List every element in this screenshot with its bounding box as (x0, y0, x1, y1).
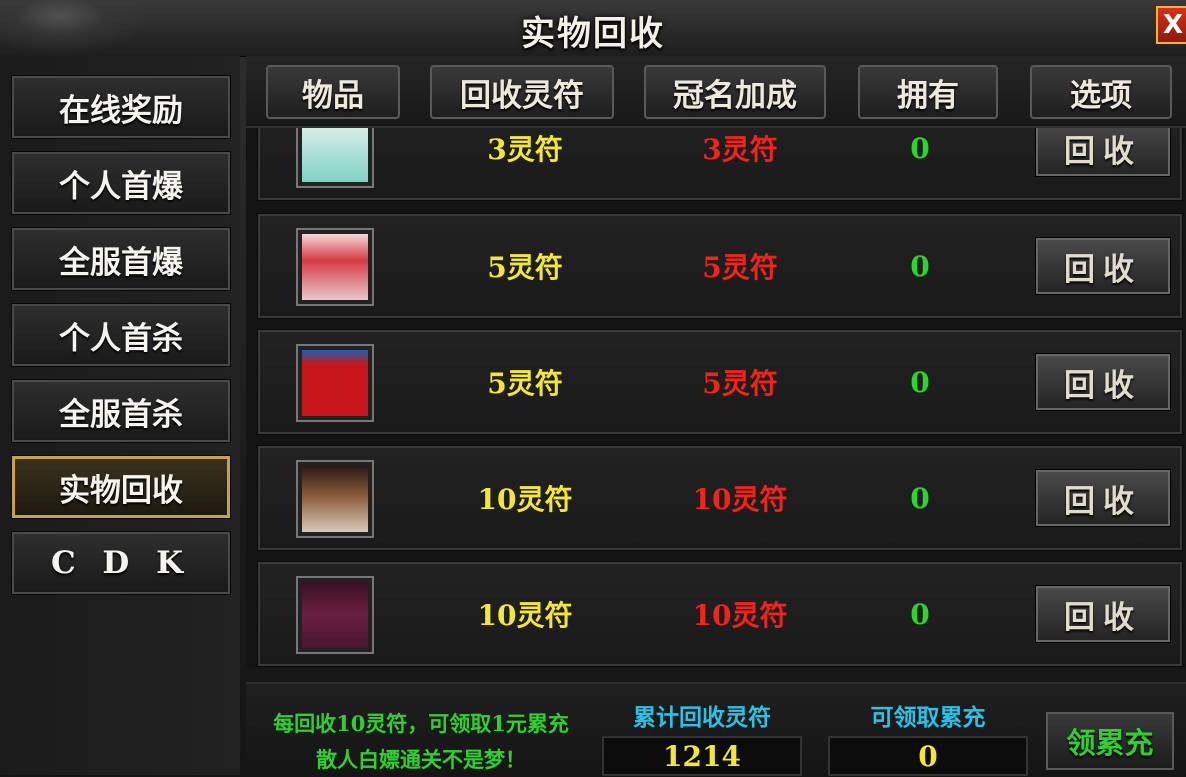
sidebar-item-personal-first-drop[interactable]: 个人首爆 (11, 151, 231, 215)
claimable-label: 可领取累充 (870, 704, 986, 731)
table-row: 3灵符 3灵符 0 回收 (257, 128, 1183, 201)
window-title: 实物回收 (521, 14, 665, 54)
title-bonus-value: 5灵符 (702, 367, 778, 400)
recycle-list[interactable]: 3灵符 3灵符 0 回收 5灵符 5灵符 0 回收 5灵符 5灵符 0 回收 1… (246, 128, 1186, 668)
recycle-button[interactable]: 回收 (1035, 585, 1171, 643)
column-header-owned: 拥有 (858, 65, 998, 119)
recycle-button[interactable]: 回收 (1035, 237, 1171, 295)
recycle-button[interactable]: 回收 (1035, 469, 1171, 527)
footer-panel: 每回收10灵符，可领取1元累充 散人白嫖通关不是梦！ 累计回收灵符 1214 可… (246, 682, 1186, 777)
sidebar-item-server-first-kill[interactable]: 全服首杀 (11, 379, 231, 443)
sidebar-item-cdk[interactable]: C D K (11, 531, 231, 595)
cigarette-pack-icon (296, 344, 374, 422)
cigarette-pack-icon (296, 460, 374, 538)
promo-text-line1: 每回收10灵符，可领取1元累充 (273, 711, 569, 736)
column-header-item: 物品 (266, 65, 400, 119)
owned-count: 0 (910, 481, 930, 515)
title-bar: 实物回收 X (0, 0, 1186, 57)
title-bonus-value: 3灵符 (702, 133, 778, 166)
table-row: 5灵符 5灵符 0 回收 (257, 213, 1183, 319)
title-bonus-value: 5灵符 (702, 251, 778, 284)
sidebar-item-server-first-drop[interactable]: 全服首爆 (11, 227, 231, 291)
cigarette-pack-icon (296, 228, 374, 306)
owned-count: 0 (910, 365, 930, 399)
cigarette-pack-icon (296, 576, 374, 654)
claim-button[interactable]: 领累充 (1046, 712, 1174, 770)
owned-count: 0 (910, 249, 930, 283)
cigarette-pack-icon (296, 128, 374, 188)
table-header: 物品 回收灵符 冠名加成 拥有 选项 (246, 56, 1186, 128)
recycle-fu-value: 5灵符 (487, 251, 563, 284)
recycle-button[interactable]: 回收 (1035, 353, 1171, 411)
recycle-fu-value: 3灵符 (487, 133, 563, 166)
sidebar-item-physical-recycle[interactable]: 实物回收 (11, 455, 231, 519)
recycle-fu-value: 10灵符 (477, 483, 573, 516)
sidebar-item-online-reward[interactable]: 在线奖励 (11, 75, 231, 139)
close-button[interactable]: X (1156, 6, 1186, 44)
column-header-recycle-fu: 回收灵符 (430, 65, 614, 119)
recycle-button[interactable]: 回收 (1035, 128, 1171, 177)
column-header-options: 选项 (1030, 65, 1172, 119)
table-row: 10灵符 10灵符 0 回收 (257, 445, 1183, 551)
recycle-fu-value: 10灵符 (477, 599, 573, 632)
column-header-title-bonus: 冠名加成 (644, 65, 826, 119)
table-row: 5灵符 5灵符 0 回收 (257, 329, 1183, 435)
recycle-fu-value: 5灵符 (487, 367, 563, 400)
sidebar-item-personal-first-kill[interactable]: 个人首杀 (11, 303, 231, 367)
total-recycle-label: 累计回收灵符 (633, 704, 771, 731)
owned-count: 0 (910, 131, 930, 165)
sidebar: 在线奖励 个人首爆 全服首爆 个人首杀 全服首杀 实物回收 C D K (0, 56, 240, 775)
owned-count: 0 (910, 597, 930, 631)
main-panel: 物品 回收灵符 冠名加成 拥有 选项 3灵符 3灵符 0 回收 5灵符 5灵符 … (246, 56, 1186, 777)
game-window: 实物回收 X 在线奖励 个人首爆 全服首爆 个人首杀 全服首杀 实物回收 C D… (0, 0, 1186, 777)
promo-text-line2: 散人白嫖通关不是梦！ (316, 747, 526, 772)
claimable-value: 0 (828, 736, 1028, 776)
table-row: 10灵符 10灵符 0 回收 (257, 561, 1183, 667)
title-bonus-value: 10灵符 (692, 483, 788, 516)
title-bonus-value: 10灵符 (692, 599, 788, 632)
total-recycle-value: 1214 (602, 736, 802, 776)
